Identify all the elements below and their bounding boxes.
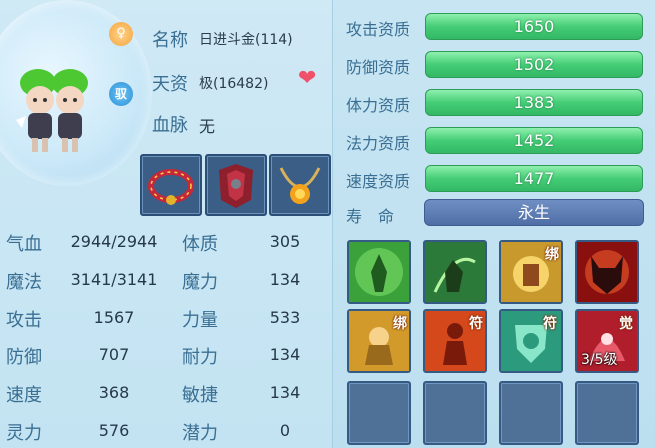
bloodline-label: 血脉 [152,115,188,136]
attribute-label: 潜力 [182,423,218,444]
skill-tag: 绑 [545,247,559,263]
skill-level: 3/5级 [581,352,618,368]
aptitude-bar: 1650 [425,13,643,40]
aptitude-label: 速度资质 [346,172,411,191]
skill-tag: 觉 [619,316,633,332]
empty-skill-slot[interactable] [423,381,487,445]
stat-label: 气血 [6,234,42,255]
demon-skill[interactable] [575,240,639,304]
awakened-skill[interactable]: 觉 3/5级 [575,309,639,373]
green-shield-skill[interactable]: 符 [499,309,563,373]
stat-label: 防御 [6,347,42,368]
green-warrior-skill[interactable] [423,240,487,304]
attribute-value: 0 [279,421,291,440]
tame-badge-icon: 驭 [109,82,133,106]
skill-icon [349,242,409,302]
empty-skill-slot[interactable] [499,381,563,445]
equipment-slot-necklace[interactable] [269,154,331,216]
aptitude-label: 攻击资质 [346,20,411,39]
equipment-slot-armor[interactable] [205,154,267,216]
stat-value: 368 [98,383,130,402]
stat-value: 1567 [93,308,135,327]
aptitude-bar: 1383 [425,89,643,116]
golden-fist-skill[interactable]: 绑 [499,240,563,304]
attribute-label: 体质 [182,234,218,255]
aptitude-bar: 1452 [425,127,643,154]
aptitude-label: 防御资质 [346,58,411,77]
attribute-value: 134 [269,345,301,364]
stat-label: 攻击 [6,310,42,331]
attribute-value: 533 [269,308,301,327]
stat-label: 魔法 [6,272,42,293]
skill-tag: 符 [543,316,557,332]
attribute-label: 耐力 [182,347,218,368]
aptitude-label: 体力资质 [346,96,411,115]
skill-tag: 符 [469,316,483,332]
pet-portrait-image[interactable] [8,58,118,158]
stat-label: 灵力 [6,423,42,444]
skill-icon [425,242,485,302]
pet-name-value: 日进斗金(114) [199,32,293,48]
talent-value: 极(16482) [199,76,269,92]
lifespan-bar: 永生 [424,199,644,226]
gender-icon: ♀ [109,22,133,46]
stat-label: 速度 [6,385,42,406]
bloodline-value: 无 [199,117,216,136]
aptitude-label: 法力资质 [346,134,411,153]
stat-value: 707 [98,345,130,364]
attribute-label: 敏捷 [182,385,218,406]
attribute-label: 力量 [182,310,218,331]
stat-value: 576 [98,421,130,440]
equipment-slot-collar[interactable] [140,154,202,216]
skill-icon [577,242,637,302]
empty-skill-slot[interactable] [575,381,639,445]
attribute-value: 134 [269,383,301,402]
aptitude-bar: 1502 [425,51,643,78]
attribute-label: 魔力 [182,272,218,293]
stat-value: 2944/2944 [70,232,158,251]
heart-icon[interactable]: ❤ [298,68,316,90]
empty-skill-slot[interactable] [347,381,411,445]
lifespan-label: 寿 命 [346,207,395,226]
green-aura-skill[interactable] [347,240,411,304]
aptitude-bar: 1477 [425,165,643,192]
talent-label: 天资 [152,74,188,95]
stat-value: 3141/3141 [70,270,158,289]
red-figure-skill[interactable]: 符 [423,309,487,373]
attribute-value: 134 [269,270,301,289]
skill-tag: 绑 [393,316,407,332]
attribute-value: 305 [269,232,301,251]
pet-name-label: 名称 [152,30,188,51]
golden-monk-skill[interactable]: 绑 [347,309,411,373]
